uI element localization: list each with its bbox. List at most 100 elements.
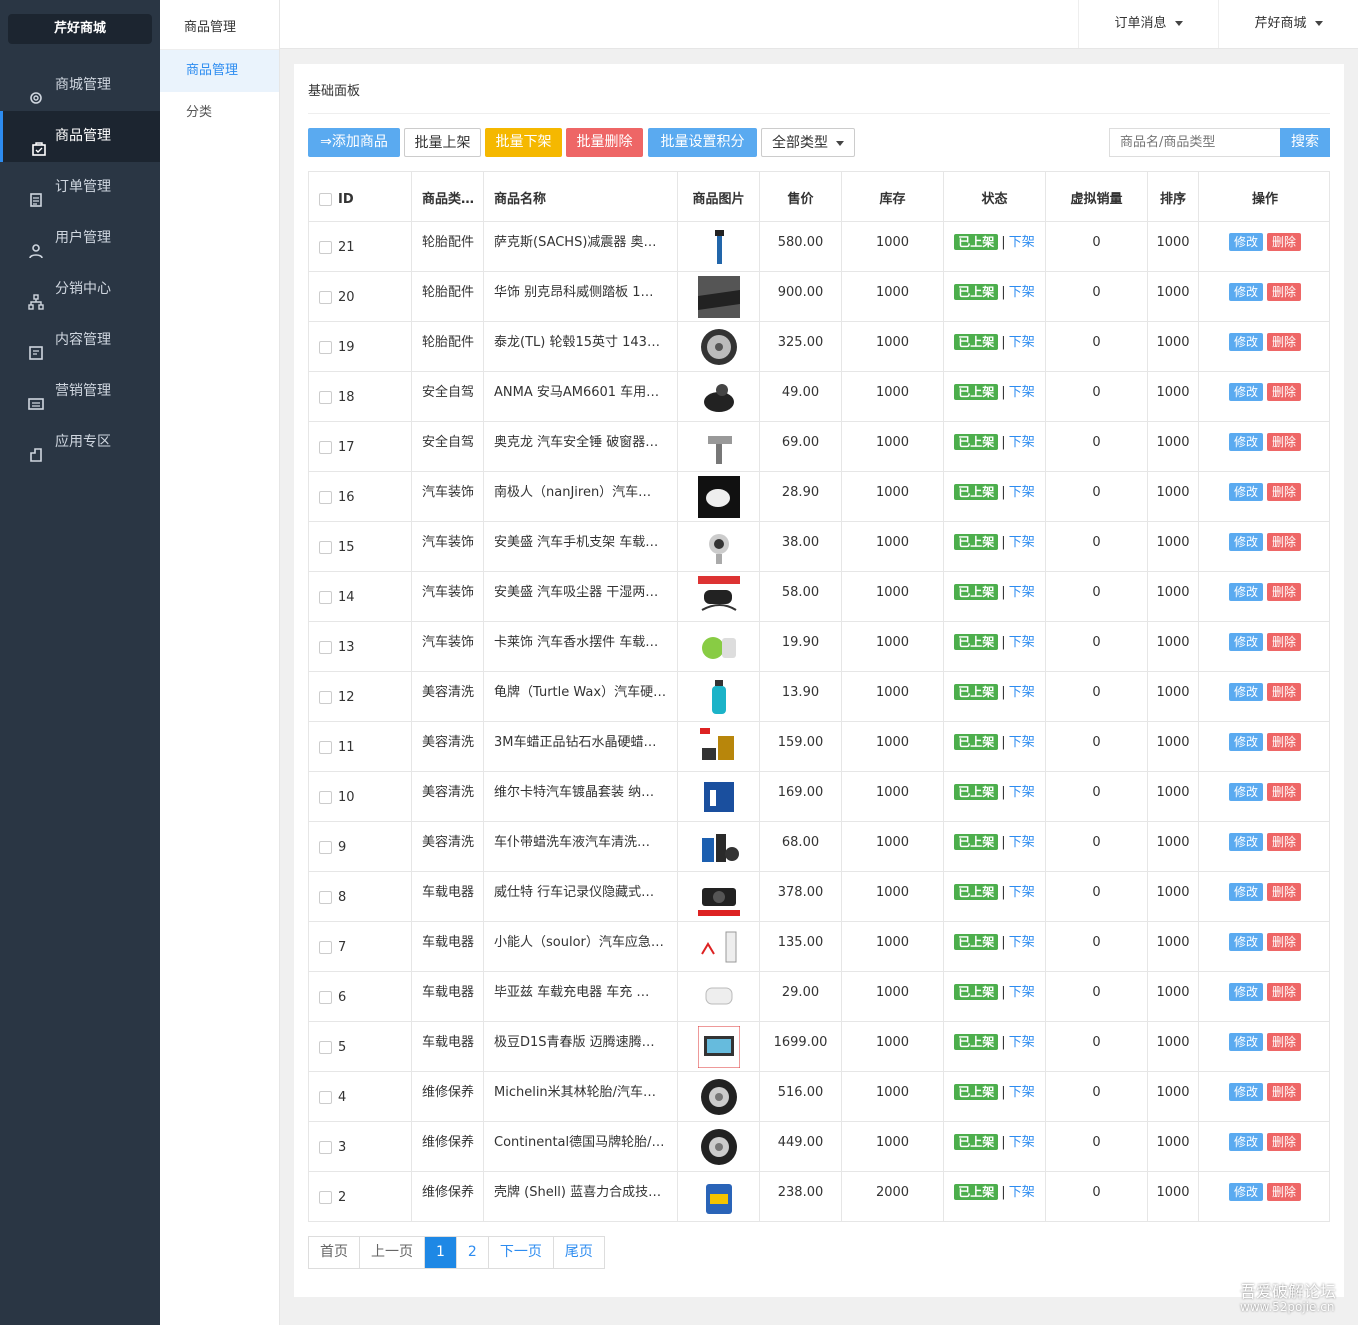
edit-button[interactable]: 修改 xyxy=(1228,483,1263,501)
status-badge[interactable]: 已上架 xyxy=(954,884,999,900)
row-checkbox[interactable] xyxy=(319,691,332,704)
take-down-link[interactable]: 下架 xyxy=(1009,385,1035,400)
delete-button[interactable]: 删除 xyxy=(1267,1083,1302,1101)
product-thumbnail[interactable] xyxy=(697,476,740,518)
page-prev[interactable]: 上一页 xyxy=(360,1237,425,1268)
add-product-button[interactable]: ⇒添加商品 xyxy=(308,128,400,157)
status-badge[interactable]: 已上架 xyxy=(954,1034,999,1050)
product-thumbnail[interactable] xyxy=(697,826,740,868)
sidebar-item-1[interactable]: 商品管理 xyxy=(0,111,160,162)
brand-logo[interactable]: 芹好商城 xyxy=(8,14,152,44)
delete-button[interactable]: 删除 xyxy=(1267,783,1302,801)
edit-button[interactable]: 修改 xyxy=(1228,433,1263,451)
page-2[interactable]: 2 xyxy=(457,1237,489,1268)
delete-button[interactable]: 删除 xyxy=(1267,333,1302,351)
delete-button[interactable]: 删除 xyxy=(1267,683,1302,701)
subnav-item-category[interactable]: 分类 xyxy=(160,92,279,134)
take-down-link[interactable]: 下架 xyxy=(1009,1185,1035,1200)
row-checkbox[interactable] xyxy=(319,891,332,904)
sidebar-item-7[interactable]: 应用专区 xyxy=(0,417,160,468)
take-down-link[interactable]: 下架 xyxy=(1009,735,1035,750)
select-all-checkbox[interactable] xyxy=(319,193,332,206)
take-down-link[interactable]: 下架 xyxy=(1009,885,1035,900)
row-checkbox[interactable] xyxy=(319,791,332,804)
delete-button[interactable]: 删除 xyxy=(1267,833,1302,851)
product-thumbnail[interactable] xyxy=(697,626,740,668)
delete-button[interactable]: 删除 xyxy=(1267,583,1302,601)
status-badge[interactable]: 已上架 xyxy=(954,684,999,700)
row-checkbox[interactable] xyxy=(319,391,332,404)
take-down-link[interactable]: 下架 xyxy=(1009,435,1035,450)
row-checkbox[interactable] xyxy=(319,1191,332,1204)
row-checkbox[interactable] xyxy=(319,841,332,854)
edit-button[interactable]: 修改 xyxy=(1228,733,1263,751)
delete-button[interactable]: 删除 xyxy=(1267,1033,1302,1051)
batch-off-button[interactable]: 批量下架 xyxy=(485,128,562,157)
row-checkbox[interactable] xyxy=(319,591,332,604)
row-checkbox[interactable] xyxy=(319,491,332,504)
take-down-link[interactable]: 下架 xyxy=(1009,1085,1035,1100)
status-badge[interactable]: 已上架 xyxy=(954,934,999,950)
batch-points-button[interactable]: 批量设置积分 xyxy=(648,128,757,157)
delete-button[interactable]: 删除 xyxy=(1267,1133,1302,1151)
product-thumbnail[interactable] xyxy=(697,1126,740,1168)
row-checkbox[interactable] xyxy=(319,241,332,254)
edit-button[interactable]: 修改 xyxy=(1228,783,1263,801)
edit-button[interactable]: 修改 xyxy=(1228,633,1263,651)
status-badge[interactable]: 已上架 xyxy=(954,1084,999,1100)
type-select[interactable]: 全部类型 xyxy=(761,128,855,157)
status-badge[interactable]: 已上架 xyxy=(954,284,999,300)
status-badge[interactable]: 已上架 xyxy=(954,584,999,600)
take-down-link[interactable]: 下架 xyxy=(1009,785,1035,800)
sidebar-item-0[interactable]: 商城管理 xyxy=(0,60,160,111)
edit-button[interactable]: 修改 xyxy=(1228,383,1263,401)
delete-button[interactable]: 删除 xyxy=(1267,983,1302,1001)
status-badge[interactable]: 已上架 xyxy=(954,434,999,450)
status-badge[interactable]: 已上架 xyxy=(954,384,999,400)
edit-button[interactable]: 修改 xyxy=(1228,233,1263,251)
page-next[interactable]: 下一页 xyxy=(489,1237,554,1268)
status-badge[interactable]: 已上架 xyxy=(954,984,999,1000)
take-down-link[interactable]: 下架 xyxy=(1009,1035,1035,1050)
row-checkbox[interactable] xyxy=(319,641,332,654)
delete-button[interactable]: 删除 xyxy=(1267,383,1302,401)
product-thumbnail[interactable] xyxy=(697,226,740,268)
delete-button[interactable]: 删除 xyxy=(1267,883,1302,901)
product-thumbnail[interactable] xyxy=(697,1026,740,1068)
row-checkbox[interactable] xyxy=(319,1141,332,1154)
row-checkbox[interactable] xyxy=(319,291,332,304)
edit-button[interactable]: 修改 xyxy=(1228,1033,1263,1051)
product-thumbnail[interactable] xyxy=(697,276,740,318)
batch-delete-button[interactable]: 批量删除 xyxy=(566,128,643,157)
row-checkbox[interactable] xyxy=(319,1091,332,1104)
page-1[interactable]: 1 xyxy=(425,1237,457,1268)
take-down-link[interactable]: 下架 xyxy=(1009,535,1035,550)
edit-button[interactable]: 修改 xyxy=(1228,883,1263,901)
status-badge[interactable]: 已上架 xyxy=(954,484,999,500)
status-badge[interactable]: 已上架 xyxy=(954,634,999,650)
edit-button[interactable]: 修改 xyxy=(1228,1183,1263,1201)
delete-button[interactable]: 删除 xyxy=(1267,933,1302,951)
status-badge[interactable]: 已上架 xyxy=(954,834,999,850)
delete-button[interactable]: 删除 xyxy=(1267,233,1302,251)
product-thumbnail[interactable] xyxy=(697,326,740,368)
sidebar-item-5[interactable]: 内容管理 xyxy=(0,315,160,366)
product-thumbnail[interactable] xyxy=(697,1176,740,1218)
page-first[interactable]: 首页 xyxy=(309,1237,360,1268)
delete-button[interactable]: 删除 xyxy=(1267,633,1302,651)
take-down-link[interactable]: 下架 xyxy=(1009,285,1035,300)
delete-button[interactable]: 删除 xyxy=(1267,283,1302,301)
edit-button[interactable]: 修改 xyxy=(1228,583,1263,601)
edit-button[interactable]: 修改 xyxy=(1228,833,1263,851)
product-thumbnail[interactable] xyxy=(697,376,740,418)
status-badge[interactable]: 已上架 xyxy=(954,784,999,800)
row-checkbox[interactable] xyxy=(319,441,332,454)
sidebar-item-2[interactable]: 订单管理 xyxy=(0,162,160,213)
take-down-link[interactable]: 下架 xyxy=(1009,585,1035,600)
edit-button[interactable]: 修改 xyxy=(1228,283,1263,301)
search-button[interactable]: 搜索 xyxy=(1280,128,1330,157)
row-checkbox[interactable] xyxy=(319,941,332,954)
take-down-link[interactable]: 下架 xyxy=(1009,985,1035,1000)
take-down-link[interactable]: 下架 xyxy=(1009,635,1035,650)
edit-button[interactable]: 修改 xyxy=(1228,983,1263,1001)
